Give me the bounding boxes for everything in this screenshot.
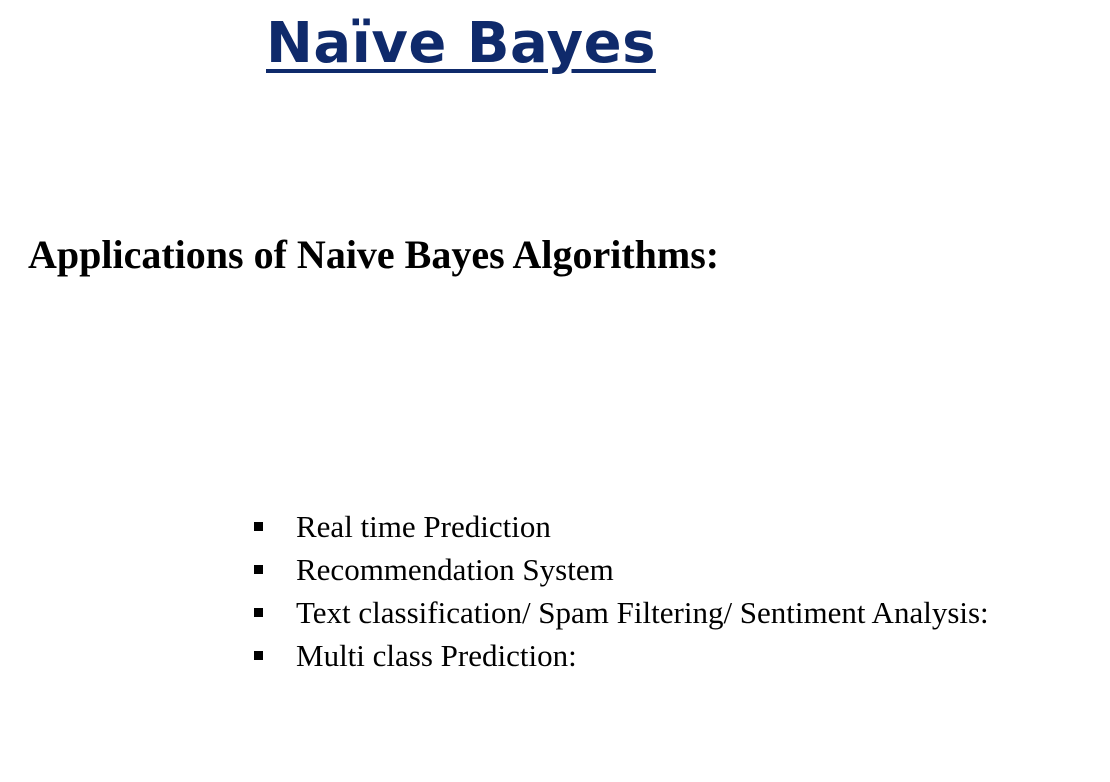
square-bullet-icon [254,651,263,660]
bullet-item-real-time-prediction: Real time Prediction [252,505,989,548]
slide-title: Naïve Bayes [266,11,656,76]
bullet-item-recommendation-system: Recommendation System [252,548,989,591]
bullet-item-multi-class-prediction: Multi class Prediction: [252,634,989,677]
bullet-text: Recommendation System [296,551,614,587]
square-bullet-icon [254,565,263,574]
bullet-item-text-classification: Text classification/ Spam Filtering/ Sen… [252,591,989,634]
bullet-list: Real time Prediction Recommendation Syst… [252,505,989,677]
bullet-text: Text classification/ Spam Filtering/ Sen… [296,594,989,630]
bullet-text: Real time Prediction [296,508,551,544]
slide-subtitle: Applications of Naive Bayes Algorithms: [28,232,720,277]
square-bullet-icon [254,522,263,531]
bullet-text: Multi class Prediction: [296,637,577,673]
slide: Naïve Bayes Applications of Naive Bayes … [0,0,1110,782]
square-bullet-icon [254,608,263,617]
